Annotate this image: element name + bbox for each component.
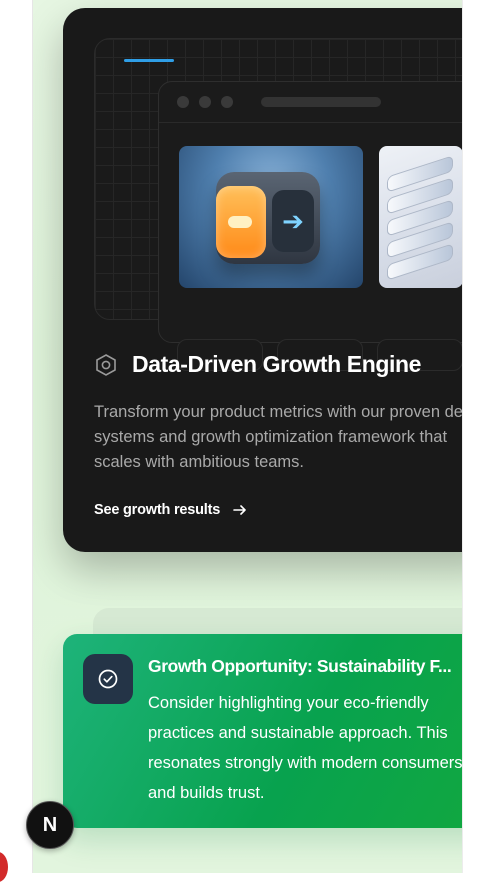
- card-header: Data-Driven Growth Engine: [94, 351, 421, 378]
- product-mockup: ➔: [94, 38, 462, 371]
- cube-bar: [228, 216, 252, 228]
- left-rail: [0, 0, 33, 873]
- card-description: Transform your product metrics with our …: [94, 403, 462, 471]
- mockup-window: ➔: [158, 81, 462, 343]
- window-dot: [221, 96, 233, 108]
- window-dot: [199, 96, 211, 108]
- see-growth-results-link[interactable]: See growth results: [94, 502, 248, 518]
- hexagon-gear-icon: [96, 353, 116, 376]
- nextjs-dev-tools-button[interactable]: N: [26, 801, 74, 849]
- window-divider: [159, 122, 462, 123]
- cube-illustration: ➔: [216, 172, 320, 264]
- feature-card: ➔ Data-Driven Growth Engine Transform yo…: [63, 8, 462, 552]
- cube-orange-face: [216, 186, 266, 258]
- right-rail: [462, 0, 490, 873]
- nextjs-logo: N: [42, 813, 58, 836]
- card-title: Data-Driven Growth Engine: [132, 351, 422, 377]
- accent-line: [124, 59, 174, 62]
- check-icon: [98, 669, 118, 689]
- stacked-phones-image: [379, 146, 462, 288]
- window-address-bar: [261, 97, 381, 107]
- notification-title: Growth Opportunity: Sustainability F...: [148, 656, 452, 676]
- cube-arrow-image: ➔: [179, 146, 363, 288]
- notification-body: Consider highlighting your eco-friendly …: [148, 694, 462, 802]
- check-circle-icon: [83, 654, 133, 704]
- window-dot: [177, 96, 189, 108]
- arrow-right-icon: [233, 505, 246, 515]
- link-label: See growth results: [94, 502, 221, 518]
- growth-opportunity-notification[interactable]: Growth Opportunity: Sustainability F... …: [63, 634, 462, 828]
- arrow-right-icon: ➔: [272, 190, 314, 252]
- page-canvas: ➔ Data-Driven Growth Engine Transform yo…: [33, 0, 462, 873]
